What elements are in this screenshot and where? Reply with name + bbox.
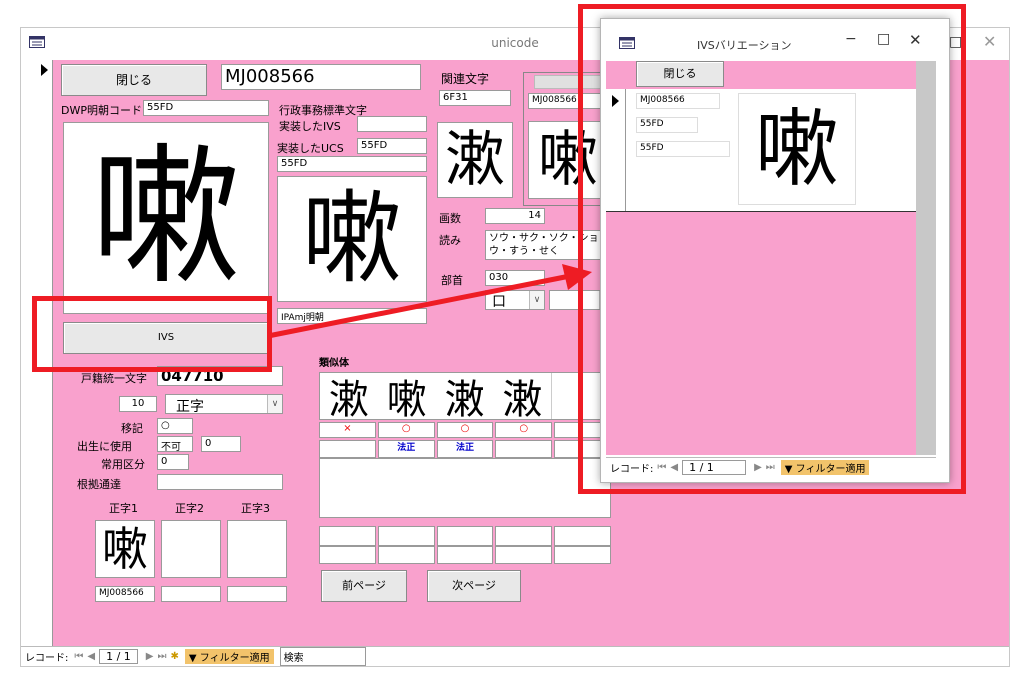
highlight-arrow	[267, 264, 592, 339]
